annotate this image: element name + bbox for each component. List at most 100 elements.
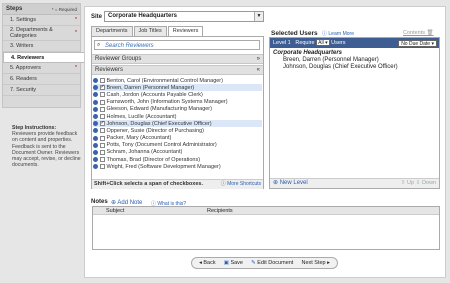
steps-header: Steps * = Required bbox=[3, 4, 80, 15]
selected-user[interactable]: Breen, Darren (Personnel Manager) bbox=[283, 57, 379, 63]
reviewer-row[interactable]: Farnsworth, John (Information Systems Ma… bbox=[93, 99, 262, 106]
edit-document-label: Edit Document bbox=[257, 260, 294, 266]
reviewers-header[interactable]: Reviewers « bbox=[92, 65, 263, 75]
due-date-select[interactable]: No Due Date ▾ bbox=[398, 39, 437, 47]
reviewer-row[interactable]: Schram, Johanna (Accountant) bbox=[93, 149, 262, 156]
contents-link[interactable]: Contents 🗑 bbox=[403, 30, 434, 36]
site-value: Corporate Headquarters bbox=[108, 13, 178, 19]
shortcut-bar: Shift+Click selects a span of checkboxes… bbox=[92, 179, 263, 189]
reviewer-checkbox[interactable] bbox=[99, 78, 105, 84]
reviewer-row[interactable]: Gleeson, Edward (Manufacturing Manager) bbox=[93, 106, 262, 113]
step-instructions: Step Instructions: Reviewers provide fee… bbox=[12, 125, 84, 168]
required-note: * = Required bbox=[51, 6, 77, 12]
user-info-icon[interactable] bbox=[93, 135, 98, 141]
tab-departments[interactable]: Departments bbox=[91, 26, 133, 36]
edit-document-button[interactable]: ✎ Edit Document bbox=[251, 260, 293, 266]
user-info-icon[interactable] bbox=[93, 92, 98, 98]
reviewer-checkbox[interactable] bbox=[99, 99, 105, 105]
required-star: * bbox=[74, 30, 77, 36]
reviewer-name: Oppener, Susie (Director of Purchasing) bbox=[106, 127, 205, 134]
selected-user[interactable]: Johnson, Douglas (Chief Executive Office… bbox=[283, 64, 398, 70]
reviewer-row[interactable]: Wright, Fred (Software Development Manag… bbox=[93, 163, 262, 170]
user-info-icon[interactable] bbox=[93, 157, 98, 163]
chevron-down-icon[interactable]: ▼ bbox=[254, 12, 263, 21]
chevron-down-icon[interactable]: » bbox=[257, 55, 260, 63]
search-input[interactable]: Search Reviewers bbox=[105, 43, 154, 49]
reviewer-name: Holmes, Lucille (Accountant) bbox=[106, 113, 177, 120]
learn-more-link[interactable]: ⓘ Learn More bbox=[322, 30, 354, 37]
save-icon: ▣ bbox=[223, 260, 229, 266]
user-info-icon[interactable] bbox=[93, 99, 98, 105]
move-up-button[interactable]: ⇧ Up bbox=[401, 179, 414, 188]
new-level-button[interactable]: ⊕ New Level bbox=[273, 180, 308, 186]
user-info-icon[interactable] bbox=[93, 121, 98, 127]
reviewer-name: Packer, Mary (Accountant) bbox=[106, 135, 172, 142]
reviewer-checkbox[interactable] bbox=[99, 135, 105, 141]
reviewer-name: Johnson, Douglas (Chief Executive Office… bbox=[106, 120, 212, 127]
user-info-icon[interactable] bbox=[93, 142, 98, 148]
tab-job-titles[interactable]: Job Titles bbox=[133, 26, 167, 36]
next-step-button[interactable]: Next Step ▸ bbox=[301, 260, 329, 266]
step-item[interactable]: 4. Reviewers bbox=[3, 52, 84, 63]
step-list: 1. Settings * 2. Departments & Categories *… bbox=[3, 15, 84, 96]
move-down-button[interactable]: ⇩ Down bbox=[416, 179, 436, 188]
add-note-button[interactable]: ⊕ Add Note bbox=[111, 199, 142, 206]
reviewer-checkbox[interactable]: ✓ bbox=[99, 121, 105, 127]
reviewer-checkbox[interactable] bbox=[99, 114, 105, 120]
steps-title: Steps bbox=[6, 6, 23, 12]
search-box[interactable]: ⌕ Search Reviewers bbox=[94, 40, 260, 50]
reviewer-row[interactable]: Holmes, Lucille (Accountant) bbox=[93, 113, 262, 120]
user-info-icon[interactable] bbox=[93, 128, 98, 134]
site-select[interactable]: Corporate Headquarters ▼ bbox=[104, 11, 264, 22]
reviewer-row[interactable]: Potts, Tony (Document Control Administra… bbox=[93, 142, 262, 149]
selected-site: Corporate Headquarters bbox=[273, 50, 343, 56]
save-button[interactable]: ▣ Save bbox=[224, 260, 243, 266]
step-item[interactable]: 6. Readers bbox=[3, 74, 80, 85]
more-shortcuts-link[interactable]: ⓘ More Shortcuts bbox=[221, 180, 261, 189]
step-item[interactable]: 2. Departments & Categories * bbox=[3, 26, 80, 41]
steps-panel: Steps * = Required 1. Settings * 2. Depart… bbox=[2, 3, 84, 108]
reviewer-row[interactable]: ✓ Johnson, Douglas (Chief Executive Offic… bbox=[93, 120, 262, 128]
user-info-icon[interactable] bbox=[93, 149, 98, 155]
reviewer-checkbox[interactable] bbox=[99, 92, 105, 98]
chevron-up-icon[interactable]: « bbox=[257, 66, 260, 74]
up-label: Up bbox=[406, 180, 414, 186]
reviewer-row[interactable]: Oppener, Susie (Director of Purchasing) bbox=[93, 127, 262, 134]
user-info-icon[interactable] bbox=[93, 114, 98, 120]
back-button[interactable]: ◂ Back bbox=[199, 260, 216, 266]
trash-icon[interactable]: 🗑 bbox=[427, 30, 434, 36]
tab-reviewers[interactable]: Reviewers bbox=[167, 26, 204, 36]
reviewer-row[interactable]: Cash, Jordon (Accounts Payable Clerk) bbox=[93, 91, 262, 98]
require-value: All bbox=[318, 40, 324, 46]
step-item[interactable]: 5. Approvers * bbox=[3, 63, 80, 74]
reviewer-row[interactable]: Thomas, Brad (Director of Operations) bbox=[93, 156, 262, 163]
user-info-icon[interactable] bbox=[93, 78, 98, 84]
step-label: 3. Writers bbox=[10, 43, 34, 49]
selected-users-footer: ⊕ New Level ⇧ Up ⇩ Down bbox=[270, 178, 439, 188]
selected-users-title: Selected Users bbox=[271, 30, 318, 37]
reviewer-row[interactable]: Benton, Carol (Environmental Control Man… bbox=[93, 77, 262, 84]
reviewer-checkbox[interactable] bbox=[99, 164, 105, 170]
reviewer-row[interactable]: ✓ Breen, Darren (Personnel Manager) bbox=[93, 84, 262, 92]
reviewer-name: Breen, Darren (Personnel Manager) bbox=[106, 84, 195, 91]
reviewer-checkbox[interactable]: ✓ bbox=[99, 85, 105, 91]
user-info-icon[interactable] bbox=[93, 164, 98, 170]
reviewer-checkbox[interactable] bbox=[99, 157, 105, 163]
reviewer-name: Thomas, Brad (Director of Operations) bbox=[106, 156, 201, 163]
user-info-icon[interactable] bbox=[93, 106, 98, 112]
back-label: Back bbox=[203, 260, 216, 266]
reviewer-checkbox[interactable] bbox=[99, 106, 105, 112]
step-item[interactable]: 7. Security bbox=[3, 85, 80, 96]
reviewer-name: Schram, Johanna (Accountant) bbox=[106, 149, 183, 156]
step-item[interactable]: 3. Writers bbox=[3, 41, 80, 52]
step-label: 2. Departments & Categories bbox=[10, 27, 53, 39]
reviewer-checkbox[interactable] bbox=[99, 142, 105, 148]
reviewer-row[interactable]: Packer, Mary (Accountant) bbox=[93, 135, 262, 142]
reviewer-checkbox[interactable] bbox=[99, 128, 105, 134]
step-label: 7. Security bbox=[10, 87, 36, 93]
user-info-icon[interactable] bbox=[93, 85, 98, 91]
reviewer-groups-header[interactable]: Reviewer Groups » bbox=[92, 54, 263, 64]
require-select[interactable]: All ▾ bbox=[316, 39, 330, 46]
reviewer-checkbox[interactable] bbox=[99, 149, 105, 155]
step-item[interactable]: 1. Settings * bbox=[3, 15, 80, 26]
